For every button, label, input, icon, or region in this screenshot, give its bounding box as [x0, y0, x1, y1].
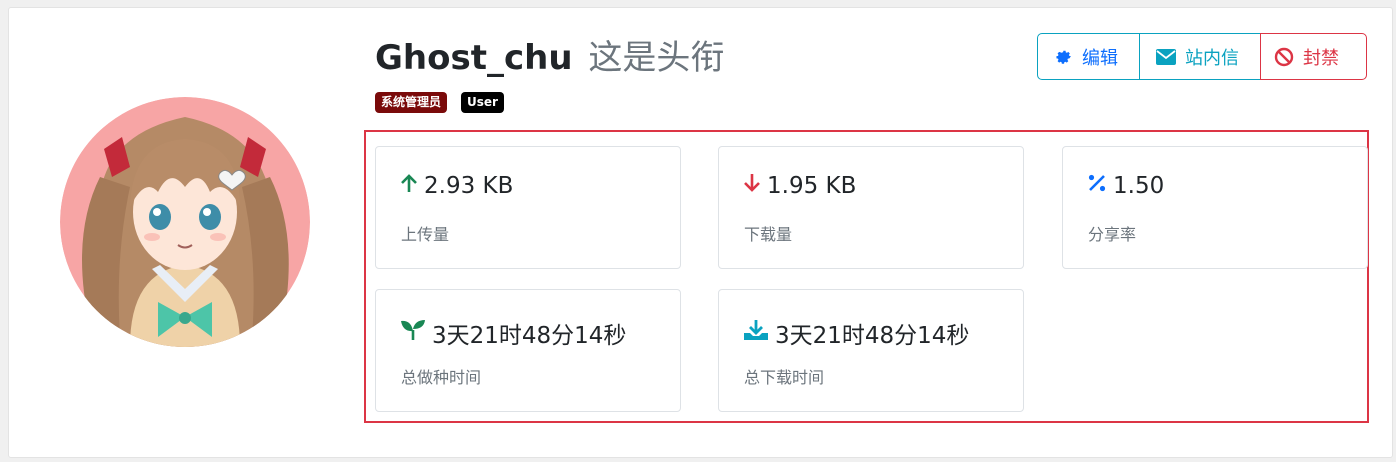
- edit-button-label: 编辑: [1082, 47, 1118, 68]
- username: Ghost_chu: [375, 38, 573, 78]
- stat-value: 2.93 KB: [424, 173, 514, 199]
- stat-value: 1.95 KB: [767, 173, 857, 199]
- stat-card-share-ratio: 1.50 分享率: [1062, 146, 1368, 269]
- percent-icon: [1087, 173, 1107, 199]
- edit-button[interactable]: 编辑: [1037, 33, 1140, 80]
- user-profile-card: Ghost_chu 这是头衔 系统管理员 User 编辑 站内信 封禁 2.93…: [8, 7, 1393, 458]
- stat-label: 下载量: [744, 225, 793, 244]
- stat-label: 上传量: [401, 225, 450, 244]
- role-badge-admin: 系统管理员: [375, 92, 448, 113]
- stat-label: 总做种时间: [401, 368, 482, 387]
- ban-button-label: 封禁: [1303, 47, 1339, 68]
- role-badge-user: User: [461, 92, 504, 113]
- gear-icon: [1054, 47, 1073, 66]
- seedling-icon: [400, 319, 426, 347]
- profile-actions: 编辑 站内信 封禁: [1037, 33, 1367, 80]
- stat-label: 总下载时间: [744, 368, 825, 387]
- stat-card-download-time: 3天21时48分14秒 总下载时间: [718, 289, 1024, 412]
- stat-value: 3天21时48分14秒: [775, 323, 970, 349]
- stat-value: 1.50: [1113, 173, 1165, 199]
- user-title: 这是头衔: [588, 38, 725, 78]
- arrow-up-icon: [400, 173, 418, 199]
- message-button-label: 站内信: [1185, 47, 1239, 68]
- stat-card-uploaded: 2.93 KB 上传量: [375, 146, 681, 269]
- stat-value: 3天21时48分14秒: [432, 323, 627, 349]
- ban-button[interactable]: 封禁: [1260, 33, 1367, 80]
- user-stats-panel: 2.93 KB 上传量 1.95 KB 下载量 1.50 分享率 3天21时48…: [364, 130, 1369, 423]
- stat-card-downloaded: 1.95 KB 下载量: [718, 146, 1024, 269]
- avatar: [60, 97, 310, 347]
- page-title: Ghost_chu 这是头衔: [375, 36, 724, 80]
- ban-icon: [1274, 47, 1294, 67]
- envelope-icon: [1156, 48, 1176, 65]
- stat-card-seeding-time: 3天21时48分14秒 总做种时间: [375, 289, 681, 412]
- download-tray-icon: [743, 319, 769, 347]
- message-button[interactable]: 站内信: [1139, 33, 1261, 80]
- badge-list: 系统管理员 User: [375, 92, 504, 113]
- arrow-down-icon: [743, 173, 761, 199]
- stat-label: 分享率: [1088, 225, 1137, 244]
